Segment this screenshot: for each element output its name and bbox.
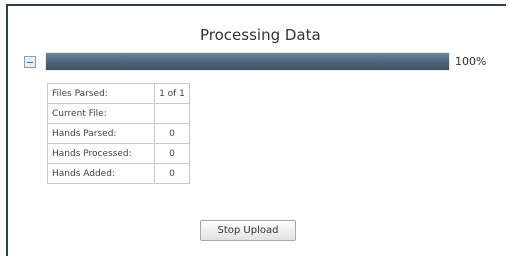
stop-upload-button[interactable]: Stop Upload: [200, 220, 296, 241]
stat-label-hands-parsed: Hands Parsed:: [47, 123, 155, 144]
progress-bar: [46, 53, 449, 70]
stat-label-hands-added: Hands Added:: [47, 163, 155, 184]
page-title: Processing Data: [200, 26, 321, 44]
table-row: Files Parsed: 1 of 1: [47, 83, 190, 104]
table-row: Hands Parsed: 0: [47, 123, 190, 144]
progress-fill: [46, 53, 449, 70]
collapse-minus-icon[interactable]: [24, 56, 36, 68]
stat-value-hands-added: 0: [154, 163, 190, 184]
stat-label-current-file: Current File:: [47, 103, 155, 124]
table-row: Hands Processed: 0: [47, 143, 190, 164]
stats-table: Files Parsed: 1 of 1 Current File: Hands…: [47, 83, 190, 184]
table-row: Current File:: [47, 103, 190, 124]
stat-value-hands-parsed: 0: [154, 123, 190, 144]
stat-label-hands-processed: Hands Processed:: [47, 143, 155, 164]
stat-label-files-parsed: Files Parsed:: [47, 83, 155, 104]
progress-percent: 100%: [455, 55, 487, 68]
table-row: Hands Added: 0: [47, 163, 190, 184]
stat-value-current-file: [154, 103, 190, 124]
stat-value-hands-processed: 0: [154, 143, 190, 164]
stat-value-files-parsed: 1 of 1: [154, 83, 190, 104]
